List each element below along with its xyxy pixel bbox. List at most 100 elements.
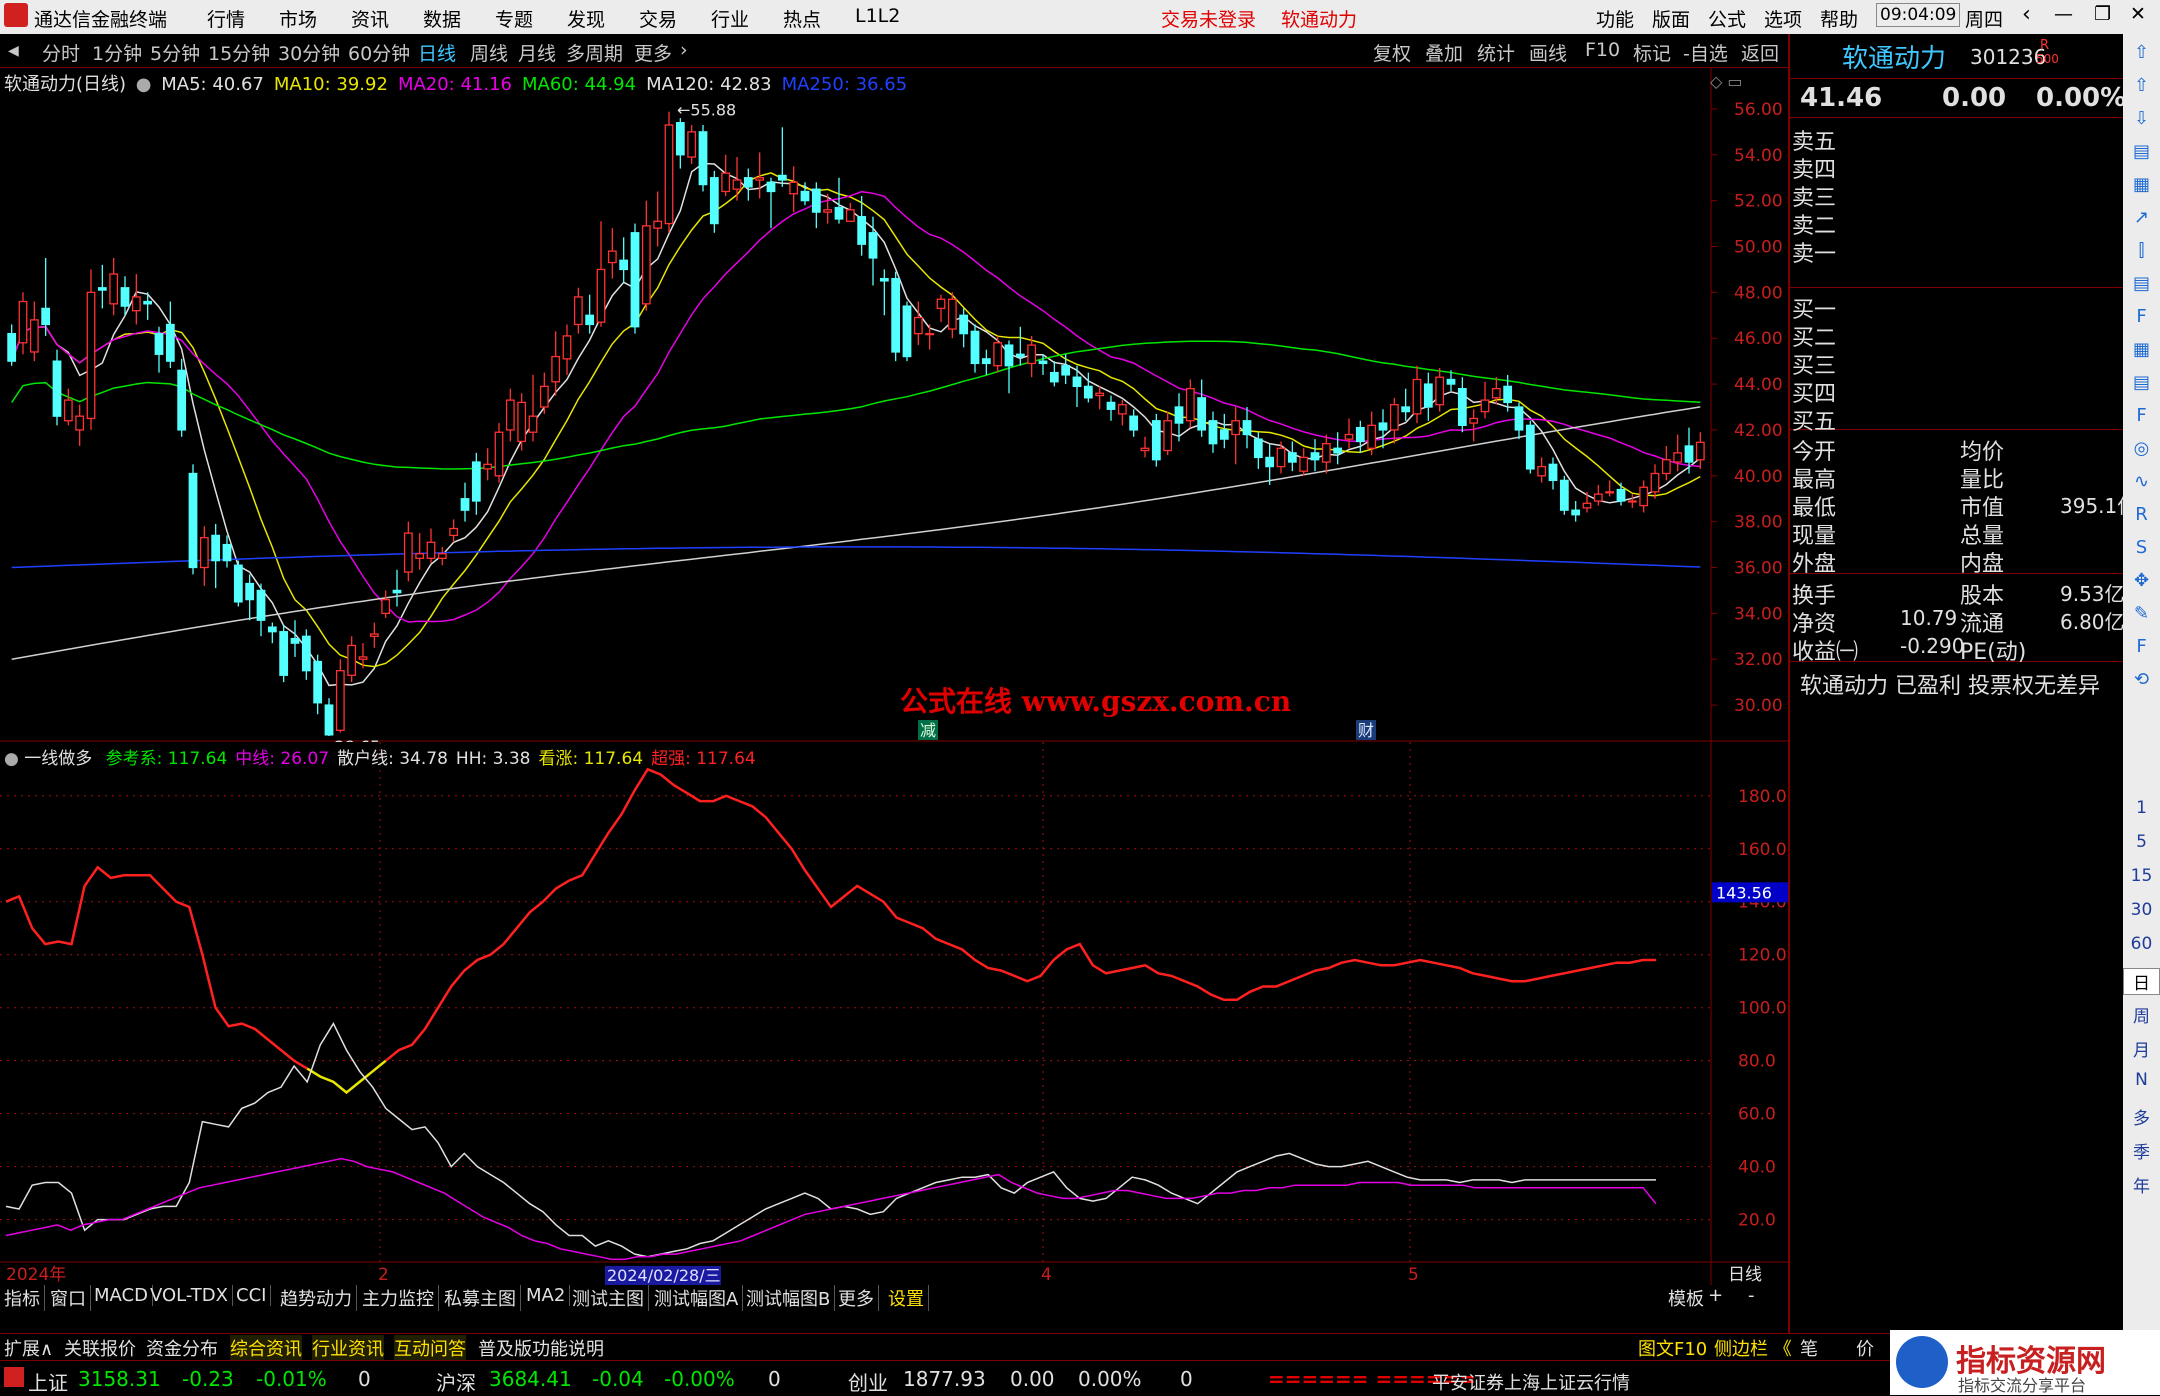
chart-settings-icon[interactable]: ◇ ▭: [1710, 72, 1743, 91]
dot-icon[interactable]: ◎: [2123, 438, 2160, 459]
indicator-tab-12[interactable]: 更多: [838, 1285, 879, 1311]
indicator-tab-1[interactable]: 窗口: [50, 1285, 91, 1311]
period-weekly[interactable]: 周线: [470, 39, 508, 66]
server-name[interactable]: 平安证券上海上证云行情: [1432, 1369, 1630, 1395]
period-15min[interactable]: 15分钟: [208, 39, 270, 66]
ext-tab-1[interactable]: 关联报价: [64, 1335, 136, 1361]
period-fenshi[interactable]: 分时: [42, 39, 80, 66]
side-period-5[interactable]: 日: [2123, 968, 2160, 995]
index-hs-name[interactable]: 沪深: [436, 1367, 476, 1396]
grid-icon[interactable]: ▦: [2123, 339, 2160, 360]
side-period-1[interactable]: 5: [2123, 832, 2160, 852]
indicator-tab-10[interactable]: 测试幅图A: [654, 1285, 744, 1311]
indicator-tab-6[interactable]: 主力监控: [362, 1285, 439, 1311]
indicator-tab-5[interactable]: 趋势动力: [280, 1285, 357, 1311]
menu-hangqing[interactable]: 行情: [207, 5, 245, 32]
tool-huaxian[interactable]: 画线: [1529, 39, 1567, 66]
indicator-dropdown-icon[interactable]: ●: [4, 749, 19, 769]
side-period-8[interactable]: N: [2123, 1070, 2160, 1090]
menu-zhuanti[interactable]: 专题: [495, 5, 533, 32]
menu-shichang[interactable]: 市场: [279, 5, 317, 32]
minimize-icon[interactable]: —: [2054, 3, 2073, 25]
menu-faxian[interactable]: 发现: [567, 5, 605, 32]
table-icon[interactable]: ▦: [2123, 174, 2160, 195]
menu-gongshi[interactable]: 公式: [1708, 5, 1746, 32]
ext-tab-6[interactable]: 普及版功能说明: [478, 1335, 604, 1361]
side-period-0[interactable]: 1: [2123, 798, 2160, 818]
indicator-tab-3[interactable]: VOL-TDX: [150, 1285, 233, 1306]
more-chevron-icon[interactable]: ›: [680, 39, 688, 61]
main-kline-chart[interactable]: 56.00 54.00 52.00 50.00 48.00 46.00 44.00 42.00…: [0, 68, 1788, 742]
indicator-tab-2[interactable]: MACD: [94, 1285, 153, 1306]
period-1min[interactable]: 1分钟: [92, 39, 142, 66]
indicator-tab-0[interactable]: 指标: [4, 1285, 45, 1311]
wave-icon[interactable]: ∿: [2123, 471, 2160, 492]
indicator-tab-11[interactable]: 测试幅图B: [746, 1285, 836, 1311]
side-period-11[interactable]: 年: [2123, 1172, 2160, 1197]
menu-xuanxiang[interactable]: 选项: [1764, 5, 1802, 32]
indicator-tab-8[interactable]: MA2: [526, 1285, 571, 1306]
period-daily[interactable]: 日线: [418, 39, 456, 66]
menu-redian[interactable]: 热点: [783, 5, 821, 32]
side-period-6[interactable]: 周: [2123, 1002, 2160, 1027]
tool-diejia[interactable]: 叠加: [1425, 39, 1463, 66]
period-5min[interactable]: 5分钟: [150, 39, 200, 66]
period-multi[interactable]: 多周期: [566, 39, 623, 66]
kline-svg[interactable]: 56.00 54.00 52.00 50.00 48.00 46.00 44.00 42.00…: [0, 68, 1788, 742]
tool-fuquan[interactable]: 复权: [1373, 39, 1411, 66]
period-more[interactable]: 更多: [634, 39, 672, 66]
back-arrow-icon[interactable]: ‹: [2022, 2, 2031, 27]
indicator-tab-7[interactable]: 私募主图: [444, 1285, 521, 1311]
news-icon[interactable]: ▤: [2123, 273, 2160, 294]
rsi-icon[interactable]: R: [2123, 504, 2160, 525]
f10-icon[interactable]: F: [2123, 306, 2160, 327]
fs-icon[interactable]: F: [2123, 636, 2160, 657]
up-arrow-icon[interactable]: ⇧: [2123, 42, 2160, 63]
ext-right-tab-0[interactable]: 图文F10: [1638, 1335, 1707, 1361]
menu-hangye[interactable]: 行业: [711, 5, 749, 32]
pen-icon[interactable]: ✎: [2123, 603, 2160, 624]
menu-jiaoyi[interactable]: 交易: [639, 5, 677, 32]
template-btn-2[interactable]: -: [1748, 1285, 1755, 1306]
tool-fanhui[interactable]: 返回: [1741, 39, 1779, 66]
side-period-7[interactable]: 月: [2123, 1036, 2160, 1061]
move-icon[interactable]: ✥: [2123, 570, 2160, 591]
indicator-svg[interactable]: 180.0160.0140.0120.0100.080.060.040.020.…: [0, 742, 1788, 1285]
kline-icon[interactable]: ⫿: [2123, 240, 2160, 261]
ext-tab-5[interactable]: 互动问答: [394, 1335, 466, 1361]
f2-icon[interactable]: F: [2123, 405, 2160, 426]
period-60min[interactable]: 60分钟: [348, 39, 410, 66]
doc-icon[interactable]: ▤: [2123, 372, 2160, 393]
side-period-4[interactable]: 60: [2123, 934, 2160, 954]
template-btn-1[interactable]: +: [1708, 1285, 1723, 1306]
menu-gongneng[interactable]: 功能: [1596, 5, 1634, 32]
indicator-subchart[interactable]: 180.0 160.0 140.0 120.0 100.0 80.0 60.0 40.0 20.…: [0, 742, 1788, 1285]
close-icon[interactable]: ✕: [2130, 3, 2146, 25]
side-period-3[interactable]: 30: [2123, 900, 2160, 920]
indicator-tab-9[interactable]: 测试主图: [572, 1285, 649, 1311]
ext-tab-2[interactable]: 资金分布: [146, 1335, 218, 1361]
ext-tab-3[interactable]: 综合资讯: [230, 1335, 302, 1361]
nav-down-icon[interactable]: ⇩: [2123, 108, 2160, 129]
ext-right-tab-2[interactable]: 笔: [1800, 1335, 1818, 1361]
side-period-2[interactable]: 15: [2123, 866, 2160, 886]
menu-l1l2[interactable]: L1L2: [855, 5, 900, 27]
menu-banmian[interactable]: 版面: [1652, 5, 1690, 32]
indicator-tab-4[interactable]: CCI: [236, 1285, 272, 1306]
period-monthly[interactable]: 月线: [518, 39, 556, 66]
dropdown-icon[interactable]: ●: [136, 74, 152, 95]
side-period-10[interactable]: 季: [2123, 1138, 2160, 1163]
tool-biaoji[interactable]: 标记: [1633, 39, 1671, 66]
tool-zixuan[interactable]: -自选: [1683, 39, 1728, 66]
s-icon[interactable]: S: [2123, 537, 2160, 558]
ext-right-tab-1[interactable]: 侧边栏 《: [1714, 1335, 1792, 1361]
restore-icon[interactable]: ❐: [2094, 3, 2111, 25]
collapse-arrow-icon[interactable]: ◀: [8, 43, 19, 59]
trade-status[interactable]: 交易未登录: [1161, 5, 1256, 32]
template-btn-0[interactable]: 模板: [1668, 1285, 1704, 1311]
ext-tab-0[interactable]: 扩展∧: [4, 1335, 53, 1361]
index-sh-name[interactable]: 上证: [28, 1367, 68, 1396]
period-30min[interactable]: 30分钟: [278, 39, 340, 66]
menu-bangzhu[interactable]: 帮助: [1820, 5, 1858, 32]
menu-shuju[interactable]: 数据: [423, 5, 461, 32]
